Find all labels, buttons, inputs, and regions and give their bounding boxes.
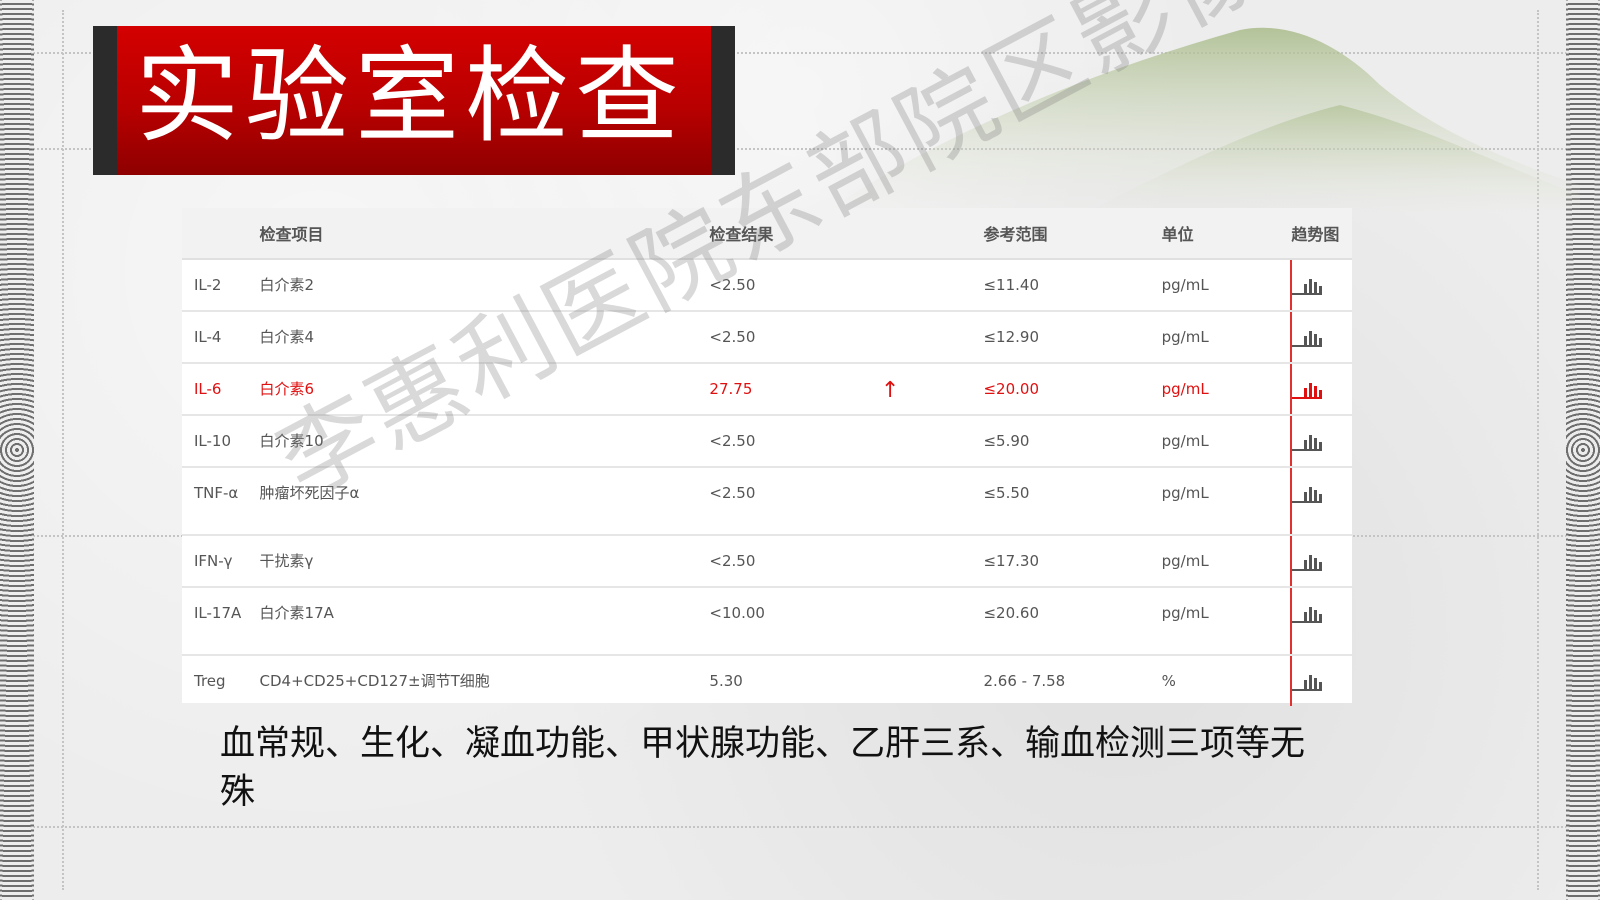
row-item-name: 白介素10 — [259, 432, 324, 450]
row-code: IL-17A — [194, 604, 242, 622]
page-title: 实验室检查 — [135, 35, 686, 157]
table-header-row: 检查项目 检查结果 参考范围 单位 趋势图 — [182, 208, 1352, 260]
row-result: 27.75 — [709, 380, 753, 398]
mountain-painting — [820, 27, 1580, 215]
table-row: TNF-α 肿瘤坏死因子α <2.50 ≤5.50 pg/mL — [182, 467, 1352, 536]
row-unit: pg/mL — [1161, 276, 1209, 294]
bar-chart-icon[interactable] — [1292, 485, 1323, 503]
row-reference: 2.66 - 7.58 — [983, 672, 1066, 690]
row-unit: % — [1161, 672, 1176, 690]
table-row: Treg CD4+CD25+CD127±调节T细胞 5.30 2.66 - 7.… — [182, 655, 1352, 706]
table-row: IL-17A 白介素17A <10.00 ≤20.60 pg/mL — [182, 587, 1352, 656]
row-unit: pg/mL — [1161, 484, 1209, 502]
row-unit: pg/mL — [1161, 604, 1209, 622]
row-code: IL-4 — [194, 328, 222, 346]
header-result: 检查结果 — [709, 208, 984, 260]
bar-chart-icon[interactable] — [1292, 329, 1323, 347]
row-item-name: 白介素6 — [259, 380, 315, 398]
row-code: IL-10 — [194, 432, 232, 450]
ornamental-border-left — [0, 0, 34, 900]
table-row: IL-10 白介素10 <2.50 ≤5.90 pg/mL — [182, 415, 1352, 468]
row-reference: ≤5.90 — [983, 432, 1030, 450]
row-reference: ≤17.30 — [983, 552, 1039, 570]
row-unit: pg/mL — [1161, 432, 1209, 450]
row-reference: ≤5.50 — [983, 484, 1030, 502]
row-code: IL-6 — [194, 380, 222, 398]
row-result: <2.50 — [709, 552, 756, 570]
header-trend: 趋势图 — [1291, 208, 1352, 260]
bar-chart-icon[interactable] — [1292, 553, 1323, 571]
table-row-abnormal: IL-6 白介素6 27.75 ↑ ≤20.00 pg/mL — [182, 363, 1352, 416]
header-reference: 参考范围 — [983, 208, 1162, 260]
row-item-name: CD4+CD25+CD127±调节T细胞 — [259, 672, 490, 690]
row-unit: pg/mL — [1161, 380, 1209, 398]
title-banner-red: 实验室检查 — [117, 26, 711, 175]
row-unit: pg/mL — [1161, 328, 1209, 346]
row-result: 5.30 — [709, 672, 743, 690]
lab-results-table: 检查项目 检查结果 参考范围 单位 趋势图 IL-2 白介素2 <2.50 ≤1… — [182, 208, 1352, 706]
row-unit: pg/mL — [1161, 552, 1209, 570]
row-result: <2.50 — [709, 328, 756, 346]
row-reference: ≤20.60 — [983, 604, 1039, 622]
row-item-name: 肿瘤坏死因子α — [259, 484, 360, 502]
row-result: <2.50 — [709, 276, 756, 294]
header-item: 检查项目 — [259, 208, 710, 260]
row-reference: ≤12.90 — [983, 328, 1039, 346]
bar-chart-icon[interactable] — [1292, 277, 1323, 295]
row-item-name: 干扰素γ — [259, 552, 314, 570]
dotted-guide-lower — [30, 826, 1570, 828]
dotted-guide-left — [62, 10, 64, 890]
row-reference: ≤20.00 — [983, 380, 1039, 398]
row-result: <10.00 — [709, 604, 765, 622]
row-result: <2.50 — [709, 484, 756, 502]
bar-chart-icon[interactable] — [1292, 433, 1323, 451]
findings-note: 血常规、生化、凝血功能、甲状腺功能、乙肝三系、输血检测三项等无殊 — [220, 724, 1306, 812]
table-row: IL-4 白介素4 <2.50 ≤12.90 pg/mL — [182, 311, 1352, 364]
row-reference: ≤11.40 — [983, 276, 1039, 294]
row-item-name: 白介素4 — [259, 328, 315, 346]
row-item-name: 白介素17A — [259, 604, 334, 622]
header-unit: 单位 — [1161, 208, 1292, 260]
row-code: IFN-γ — [194, 552, 233, 570]
row-item-name: 白介素2 — [259, 276, 315, 294]
row-result: <2.50 — [709, 432, 756, 450]
title-banner: 实验室检查 — [93, 26, 735, 175]
up-arrow-icon: ↑ — [881, 378, 900, 403]
row-code: TNF-α — [194, 484, 239, 502]
table-row: IFN-γ 干扰素γ <2.50 ≤17.30 pg/mL — [182, 535, 1352, 588]
bar-chart-icon[interactable] — [1292, 673, 1323, 691]
row-code: Treg — [194, 672, 226, 690]
bar-chart-icon[interactable] — [1292, 381, 1323, 399]
row-code: IL-2 — [194, 276, 222, 294]
table-row: IL-2 白介素2 <2.50 ≤11.40 pg/mL — [182, 259, 1352, 312]
header-code — [182, 208, 260, 260]
bar-chart-icon[interactable] — [1292, 605, 1323, 623]
